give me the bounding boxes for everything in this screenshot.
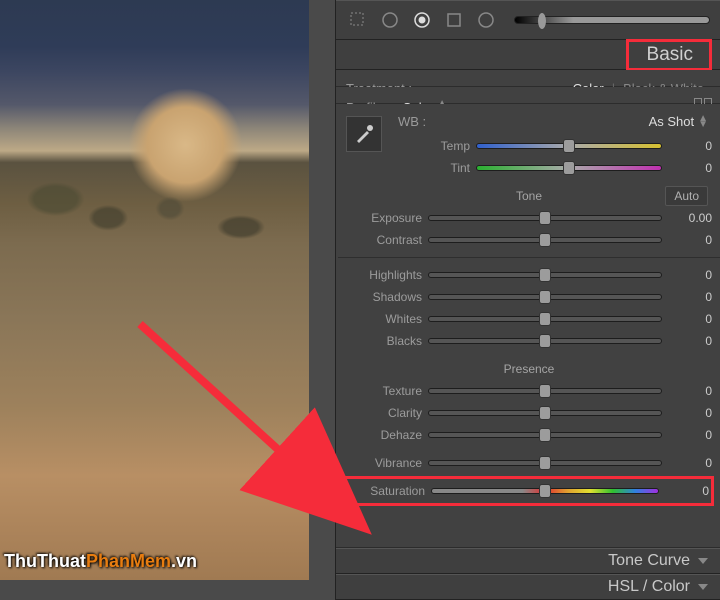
watermark-text: ThuThuatPhanMem.vn bbox=[4, 551, 197, 572]
preview-pane: ThuThuatPhanMem.vn bbox=[0, 0, 335, 600]
rect-tool-icon[interactable] bbox=[442, 8, 466, 32]
wb-dropdown[interactable]: As Shot ▲▼ bbox=[649, 114, 708, 129]
tone-curve-panel-header[interactable]: Tone Curve bbox=[336, 548, 720, 574]
chevron-down-icon bbox=[698, 558, 708, 564]
presence-heading: Presence bbox=[346, 358, 712, 380]
blacks-slider[interactable]: Blacks 0 bbox=[346, 330, 712, 352]
tone-heading: Tone Auto bbox=[346, 185, 712, 207]
whites-slider[interactable]: Whites 0 bbox=[346, 308, 712, 330]
clarity-slider[interactable]: Clarity 0 bbox=[346, 402, 712, 424]
basic-panel-header[interactable]: Basic bbox=[336, 40, 720, 70]
shadows-slider[interactable]: Shadows 0 bbox=[346, 286, 712, 308]
circle-filled-icon[interactable] bbox=[410, 8, 434, 32]
tint-slider[interactable]: Tint 0 bbox=[394, 157, 712, 179]
hsl-panel-header[interactable]: HSL / Color bbox=[336, 574, 720, 600]
brush-tool-icon[interactable] bbox=[474, 8, 498, 32]
saturation-slider[interactable]: Saturation 0 bbox=[349, 480, 709, 502]
tool-strip bbox=[336, 0, 720, 40]
profile-section: Profile : Color ▲▼ bbox=[336, 87, 720, 104]
tone-curve-label: Tone Curve bbox=[608, 552, 690, 570]
exposure-slider[interactable]: Exposure 0.00 bbox=[346, 207, 712, 229]
auto-button[interactable]: Auto bbox=[665, 186, 708, 206]
develop-panel: Basic Treatment : Color | Black & White … bbox=[335, 0, 720, 600]
temp-slider[interactable]: Temp 0 bbox=[394, 135, 712, 157]
vibrance-slider[interactable]: Vibrance 0 bbox=[346, 452, 712, 474]
saturation-highlight: Saturation 0 bbox=[344, 476, 714, 506]
basic-panel-body: WB : As Shot ▲▼ Temp 0 Tint 0 bbox=[336, 104, 720, 548]
basic-panel-title: Basic bbox=[626, 39, 712, 71]
wb-value: As Shot bbox=[649, 114, 695, 129]
dehaze-slider[interactable]: Dehaze 0 bbox=[346, 424, 712, 446]
chevron-down-icon bbox=[698, 584, 708, 590]
hsl-label: HSL / Color bbox=[608, 578, 690, 596]
preview-image[interactable] bbox=[0, 0, 309, 580]
highlights-slider[interactable]: Highlights 0 bbox=[346, 264, 712, 286]
eyedropper-icon[interactable] bbox=[346, 116, 382, 152]
texture-slider[interactable]: Texture 0 bbox=[346, 380, 712, 402]
contrast-slider[interactable]: Contrast 0 bbox=[346, 229, 712, 251]
exposure-mini-slider[interactable] bbox=[514, 16, 710, 24]
circle-outline-icon[interactable] bbox=[378, 8, 402, 32]
treatment-section: Treatment : Color | Black & White bbox=[336, 70, 720, 87]
wb-label: WB : bbox=[398, 114, 426, 129]
crop-tool-icon[interactable] bbox=[346, 8, 370, 32]
